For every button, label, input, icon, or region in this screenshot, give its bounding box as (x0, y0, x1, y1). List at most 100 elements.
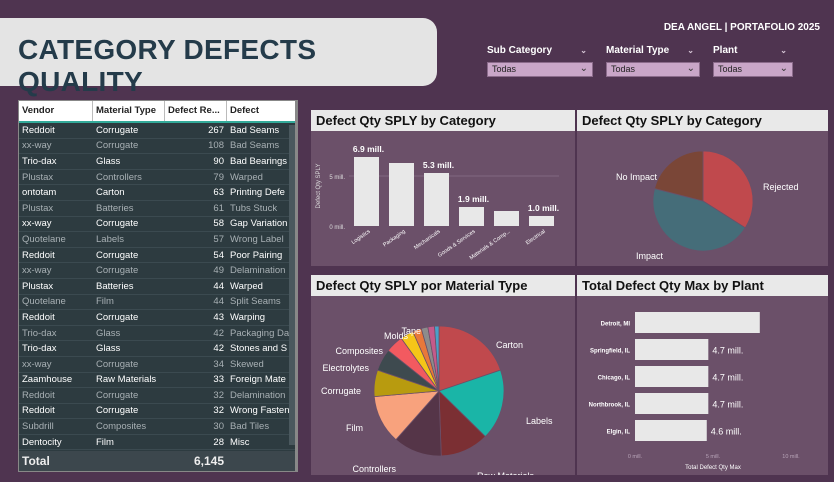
pie-label: Carton (496, 340, 523, 350)
table-row[interactable]: Trio-dax Glass 42 Stones and S (19, 341, 295, 357)
scrollbar[interactable] (289, 125, 295, 445)
material-cell: Glass (96, 155, 121, 167)
material-cell: Corrugate (96, 218, 139, 230)
defect-cell: Bad Tiles (230, 421, 270, 433)
table-row[interactable]: Reddoit Corrugate 43 Warping (19, 310, 295, 326)
defect-cell: Misc (230, 436, 250, 448)
table-row[interactable]: xx-way Corrugate 108 Bad Seams (19, 139, 295, 155)
plant-bar-panel: Total Defect Qty Max by Plant Detroit, M… (577, 275, 828, 475)
data-label: 1.9 mill. (458, 194, 489, 204)
category-pie-chart[interactable]: Rejected Impact No Impact (577, 131, 828, 266)
chevron-down-icon[interactable]: ⌄ (580, 46, 593, 55)
table-row[interactable]: Trio-dax Glass 42 Packaging Da (19, 326, 295, 342)
bar (424, 173, 449, 226)
x-tick-label: Mechanicals (413, 229, 442, 252)
chevron-down-icon[interactable]: ⌄ (687, 46, 700, 55)
panel-title: Defect Qty SPLY by Category (311, 110, 575, 131)
table-row[interactable]: Subdrill Composites 30 Bad Tiles (19, 419, 295, 435)
material-cell: Glass (96, 327, 121, 339)
material-cell: Carton (96, 187, 125, 199)
vendor-table[interactable]: Vendor Material Type Defect Re... Defect… (19, 101, 295, 471)
material-cell: Corrugate (96, 124, 139, 136)
defect-reports-cell: 63 (213, 187, 224, 199)
column-header-defect[interactable]: Defect (227, 101, 293, 121)
table-row[interactable]: Quotelane Film 44 Split Seams (19, 295, 295, 311)
slicer-dropdown[interactable]: Todas ⌄ (487, 62, 593, 77)
table-row[interactable]: Reddoit Corrugate 54 Poor Pairing (19, 248, 295, 264)
vendor-cell: Quotelane (22, 233, 66, 245)
material-cell: Composites (96, 421, 147, 433)
data-label: 6.9 mill. (353, 144, 384, 154)
category-bar-chart[interactable]: Defect Qty SPLY 0 mill. 5 mill. 6.9 mill. Lo… (311, 131, 575, 266)
vendor-cell: xx-way (22, 358, 52, 370)
slicer-dropdown[interactable]: Todas ⌄ (713, 62, 793, 77)
defect-cell: Delamination (230, 389, 286, 401)
pie-label: Rejected (763, 182, 799, 192)
defect-cell: Warped (230, 171, 263, 183)
plant-bar-chart[interactable]: Detroit, MI Springfield, IL 4.7 mill. Chica… (577, 296, 828, 475)
material-cell: Corrugate (96, 389, 139, 401)
x-tick-label: Logistics (351, 229, 372, 246)
material-cell: Film (96, 296, 114, 308)
column-header-defect-reports[interactable]: Defect Re... (165, 101, 227, 121)
total-label: Total (22, 454, 50, 468)
data-label: 4.7 mill. (712, 346, 743, 356)
defect-cell: Packaging Da (230, 327, 290, 339)
y-tick-label: Northbrook, IL (589, 403, 631, 409)
data-label: 4.7 mill. (712, 373, 743, 383)
table-row[interactable]: xx-way Corrugate 34 Skewed (19, 357, 295, 373)
y-tick-label: Elgin, IL (607, 430, 631, 436)
table-row[interactable]: Plustax Controllers 79 Warped (19, 170, 295, 186)
slicer-plant[interactable]: Plant ⌄ Todas ⌄ (713, 45, 793, 77)
x-tick-label: Electrical (525, 229, 547, 247)
table-row[interactable]: Trio-dax Glass 90 Bad Bearings (19, 154, 295, 170)
table-row[interactable]: Zaamhouse Raw Materials 33 Foreign Mate (19, 373, 295, 389)
defect-cell: Warping (230, 311, 266, 323)
x-tick-label: Packaging (382, 229, 406, 249)
vendor-cell: Quotelane (22, 296, 66, 308)
table-row[interactable]: Dentocity Film 28 Misc (19, 435, 295, 451)
bar (494, 211, 519, 226)
x-tick-label: 10 mill. (782, 454, 800, 460)
material-pie-panel: Defect Qty SPLY por Material Type Carton… (311, 275, 575, 481)
table-row[interactable]: Reddoit Corrugate 32 Delamination (19, 388, 295, 404)
defect-reports-cell: 44 (213, 280, 224, 292)
pie-label: Labels (526, 416, 553, 426)
defect-cell: Gap Variation (230, 218, 288, 230)
material-cell: Batteries (96, 280, 134, 292)
column-header-vendor[interactable]: Vendor (19, 101, 93, 121)
table-row[interactable]: Quotelane Labels 57 Wrong Label (19, 232, 295, 248)
slicer-label: Sub Category (487, 45, 553, 56)
defect-reports-cell: 30 (213, 421, 224, 433)
bar (635, 366, 709, 387)
table-row[interactable]: Plustax Batteries 61 Tubs Stuck (19, 201, 295, 217)
slicer-dropdown[interactable]: Todas ⌄ (606, 62, 700, 77)
material-type-pie-chart[interactable]: Carton Labels Raw Materials Controllers Film… (311, 296, 575, 481)
chevron-down-icon[interactable]: ⌄ (780, 46, 793, 55)
slicer-material-type[interactable]: Material Type ⌄ Todas ⌄ (606, 45, 700, 77)
slicer-value: Todas (611, 64, 636, 74)
defect-reports-cell: 32 (213, 405, 224, 417)
bar (635, 339, 709, 360)
defect-cell: Printing Defe (230, 187, 285, 199)
table-row[interactable]: Reddoit Corrugate 32 Wrong Fasten (19, 404, 295, 420)
column-header-material-type[interactable]: Material Type (93, 101, 165, 121)
defect-reports-cell: 32 (213, 389, 224, 401)
material-cell: Corrugate (96, 249, 139, 261)
table-row[interactable]: xx-way Corrugate 58 Gap Variation (19, 217, 295, 233)
table-row[interactable]: xx-way Corrugate 49 Delamination (19, 263, 295, 279)
vendor-cell: Plustax (22, 171, 54, 183)
bar (635, 312, 760, 333)
table-row[interactable]: ontotam Carton 63 Printing Defe (19, 185, 295, 201)
title-banner: CATEGORY DEFECTS QUALITY (0, 18, 437, 97)
defect-reports-cell: 61 (213, 202, 224, 214)
defect-reports-cell: 57 (213, 233, 224, 245)
material-cell: Raw Materials (96, 374, 157, 386)
material-cell: Glass (96, 343, 121, 355)
table-row[interactable]: Reddoit Corrugate 267 Bad Seams (19, 123, 295, 139)
slicer-sub-category[interactable]: Sub Category ⌄ Todas ⌄ (487, 45, 593, 77)
table-row[interactable]: Plustax Batteries 44 Warped (19, 279, 295, 295)
defect-cell: Bad Seams (230, 140, 280, 152)
page-title: CATEGORY DEFECTS QUALITY (18, 34, 317, 97)
defect-reports-cell: 49 (213, 265, 224, 277)
